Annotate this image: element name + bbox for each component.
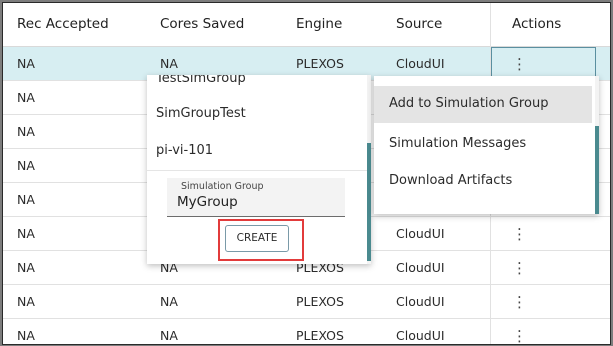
more-options-icon[interactable]: ⋮ — [512, 225, 527, 243]
menu-item-add-to-simulation-group[interactable]: Add to Simulation Group — [374, 86, 592, 123]
rec-accepted-cell: NA — [17, 294, 35, 309]
table-row[interactable]: NA NA PLEXOS CloudUI ⋮ — [3, 285, 610, 319]
simulation-group-field-label: Simulation Group — [181, 181, 264, 192]
menu-item-label: Download Artifacts — [389, 173, 513, 188]
dropdown-scrollbar-thumb[interactable] — [367, 143, 371, 261]
actions-menu: Add to Simulation Group Simulation Messa… — [374, 76, 599, 214]
column-header-engine[interactable]: Engine — [296, 16, 342, 32]
table-header: Rec Accepted Cores Saved Engine Source A… — [3, 3, 610, 47]
menu-item-label: Add to Simulation Group — [389, 96, 549, 111]
simulation-group-input[interactable] — [177, 194, 337, 210]
source-cell: CloudUI — [396, 328, 445, 343]
column-header-rec-accepted[interactable]: Rec Accepted — [17, 16, 109, 32]
rec-accepted-cell: NA — [17, 226, 35, 241]
menu-item-simulation-messages[interactable]: Simulation Messages — [374, 126, 592, 163]
simulation-table-panel: Rec Accepted Cores Saved Engine Source A… — [2, 2, 611, 345]
dropdown-divider — [147, 170, 367, 171]
source-cell: CloudUI — [396, 260, 445, 275]
cores-saved-cell: NA — [160, 294, 178, 309]
menu-item-label: Simulation Messages — [389, 136, 527, 151]
cores-saved-cell: NA — [160, 56, 178, 71]
source-cell: CloudUI — [396, 294, 445, 309]
column-header-actions: Actions — [512, 16, 562, 32]
rec-accepted-cell: NA — [17, 56, 35, 71]
source-cell: CloudUI — [396, 56, 445, 71]
more-options-icon[interactable]: ⋮ — [512, 259, 527, 277]
engine-cell: PLEXOS — [296, 56, 344, 71]
column-header-cores-saved[interactable]: Cores Saved — [160, 16, 244, 32]
source-cell: CloudUI — [396, 226, 445, 241]
group-option-pi-vi-101[interactable]: pi-vi-101 — [156, 143, 213, 158]
rec-accepted-cell: NA — [17, 328, 35, 343]
rec-accepted-cell: NA — [17, 158, 35, 173]
rec-accepted-cell: NA — [17, 260, 35, 275]
menu-scrollbar-thumb[interactable] — [595, 126, 599, 214]
group-option-simgrouptest[interactable]: SimGroupTest — [156, 106, 246, 121]
column-header-source[interactable]: Source — [396, 16, 442, 32]
more-options-icon[interactable]: ⋮ — [512, 293, 527, 311]
rec-accepted-cell: NA — [17, 192, 35, 207]
more-options-icon[interactable]: ⋮ — [512, 327, 527, 344]
table-row[interactable]: NA NA PLEXOS CloudUI ⋮ — [3, 319, 610, 344]
engine-cell: PLEXOS — [296, 294, 344, 309]
rec-accepted-cell: NA — [17, 90, 35, 105]
cores-saved-cell: NA — [160, 328, 178, 343]
group-option-testsimgroup[interactable]: TestSimGroup — [156, 75, 246, 86]
menu-item-download-artifacts[interactable]: Download Artifacts — [374, 163, 592, 200]
engine-cell: PLEXOS — [296, 328, 344, 343]
create-button-highlight — [218, 219, 304, 261]
rec-accepted-cell: NA — [17, 124, 35, 139]
